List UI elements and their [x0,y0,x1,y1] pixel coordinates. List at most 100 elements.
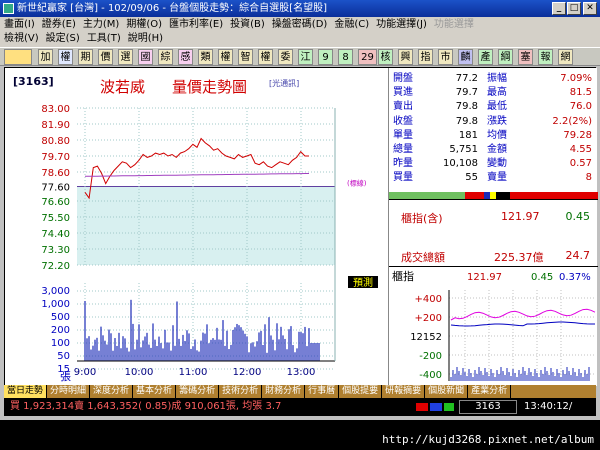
toolbar-button[interactable]: 麟 [458,49,473,65]
menu-item[interactable]: 主力(M) [83,18,119,32]
toolbar-button[interactable]: 29 [358,49,377,65]
tab-6[interactable]: 財務分析 [262,385,306,398]
volume-tick-label: 3,000 [41,286,70,297]
price-tick-label: 79.70 [41,152,70,163]
minimize-button[interactable]: _ [552,2,566,15]
quote-value: 0.57 [569,158,592,170]
toolbar-button[interactable]: 感 [178,49,193,65]
volume-tick-label: 1,000 [41,299,70,310]
watermark-bar: http://kujd3268.pixnet.net/album [0,420,600,450]
quote-row: 買量 55 賣量 8 [389,172,598,183]
menu-item[interactable]: 畫面(I) [4,18,35,32]
tab-9[interactable]: 研報摘要 [382,385,426,398]
toolbar-button[interactable]: 加 [38,49,53,65]
toolbar-button[interactable]: 興 [398,49,413,65]
ref-note: (標線) [347,179,367,188]
toolbar-button[interactable]: 權 [58,49,73,65]
menu-item[interactable]: 金融(C) [334,18,369,32]
toolbar-button[interactable]: 指 [418,49,433,65]
toolbar-button[interactable]: 國 [138,49,153,65]
menu-item[interactable]: 工具(T) [87,32,121,46]
toolbar-button[interactable]: 網 [558,49,573,65]
index-tick-label: -400 [419,370,442,381]
toolbar-icon[interactable] [4,49,32,65]
menu-item[interactable]: 匯市利率(E) [169,18,223,32]
toolbar-button[interactable]: 市 [438,49,453,65]
stock-code-box[interactable]: 3163 [459,400,517,414]
toolbar-button[interactable]: 期 [78,49,93,65]
quote-label: 昨量 [393,158,413,170]
menu-row-1: 畫面(I) 證券(E) 主力(M) 期權(O) 匯市利率(E) 投資(B) 操盤密碼(D) 金… [4,18,474,32]
quote-value: 4.55 [569,144,592,155]
index-chart-label: 櫃指 [392,269,414,283]
toolbar-button[interactable]: 9 [318,49,333,65]
tab-3[interactable]: 基本分析 [133,385,177,398]
quote-label: 金額 [487,144,507,155]
toolbar-button[interactable]: 價 [98,49,113,65]
menu-item[interactable]: 期權(O) [126,18,162,32]
bar-marker-black [496,192,510,199]
quote-label: 變動 [487,158,507,170]
price-tick-label: 81.90 [41,120,70,131]
toolbar-button[interactable]: 江 [298,49,313,65]
price-tick-label: 76.60 [41,197,70,208]
status-red-indicator [416,403,428,411]
quote-value: 10,108 [443,158,478,170]
index-chart-value: 121.97 [467,272,502,283]
menu-item[interactable]: 功能選擇 [434,18,474,32]
quote-label: 賣量 [487,172,507,184]
menu-item[interactable]: 說明(H) [128,32,163,46]
index-chart-pct: 0.37% [559,272,591,283]
menu-item[interactable]: 檢視(V) [4,32,39,46]
turnover-change: 24.7 [565,249,591,262]
quote-label: 收盤 [393,115,413,127]
tab-4[interactable]: 籌碼分析 [176,385,220,398]
toolbar-button[interactable]: 綱 [498,49,513,65]
tab-1[interactable]: 分時明細 [47,385,91,398]
price-tick-label: 77.60 [41,183,70,194]
toolbar-button[interactable]: 塞 [518,49,533,65]
maximize-button[interactable]: □ [567,2,581,15]
tab-7[interactable]: 行事曆 [305,385,340,398]
index-line [450,308,596,321]
tab-11[interactable]: 產業分析 [468,385,512,398]
main-panel: [3163] 波若威 量價走勢圖 [光通訊] 83.00 81.90 80.80 79… [4,67,598,386]
menu-item[interactable]: 功能選擇(J) [376,18,427,32]
toolbar-button[interactable]: 報 [538,49,553,65]
quote-value: 79.8 [455,115,478,127]
index-change: 0.45 [565,210,591,223]
price-tick-label: 72.20 [41,261,70,272]
menu-item[interactable]: 投資(B) [230,18,265,32]
quote-row: 開盤 77.2 振幅 7.09% [389,73,598,84]
index-chart-change: 0.45 [531,272,553,283]
menu-item[interactable]: 證券(E) [42,18,76,32]
quote-value: 76.0 [569,101,592,113]
toolbar-button[interactable]: 權 [218,49,233,65]
tab-5[interactable]: 技術分析 [219,385,263,398]
status-bar: 買 1,923,314賣 1,643,352( 0.85)成 910,061張,… [4,398,596,416]
tab-2[interactable]: 深度分析 [90,385,134,398]
toolbar-button[interactable]: 委 [278,49,293,65]
tab-8[interactable]: 個股提要 [339,385,383,398]
index-label: 櫃指(含) [401,212,443,225]
status-green-indicator [444,403,454,411]
toolbar-button[interactable]: 核 [378,49,393,65]
quote-row: 買進 79.7 最高 81.5 [389,87,598,98]
toolbar-button[interactable]: 綜 [158,49,173,65]
close-button[interactable]: ✕ [583,2,597,15]
toolbar-button[interactable]: 類 [198,49,213,65]
toolbar-button[interactable]: 權 [258,49,273,65]
price-tick-label: 75.50 [41,213,70,224]
toolbar-button[interactable]: 產 [478,49,493,65]
menu-item[interactable]: 設定(S) [46,32,80,46]
tab-0[interactable]: 當日走勢 [4,385,48,398]
quote-value: 79.28 [563,129,592,141]
menu-row-2: 檢視(V) 設定(S) 工具(T) 說明(H) [4,32,163,46]
toolbar-button[interactable]: 智 [238,49,253,65]
quote-value: 79.7 [455,87,478,99]
toolbar-button[interactable]: 8 [338,49,353,65]
toolbar-button[interactable]: 選 [118,49,133,65]
menu-item[interactable]: 操盤密碼(D) [272,18,328,32]
quote-label: 最高 [487,87,507,99]
tab-10[interactable]: 個股新聞 [425,385,469,398]
